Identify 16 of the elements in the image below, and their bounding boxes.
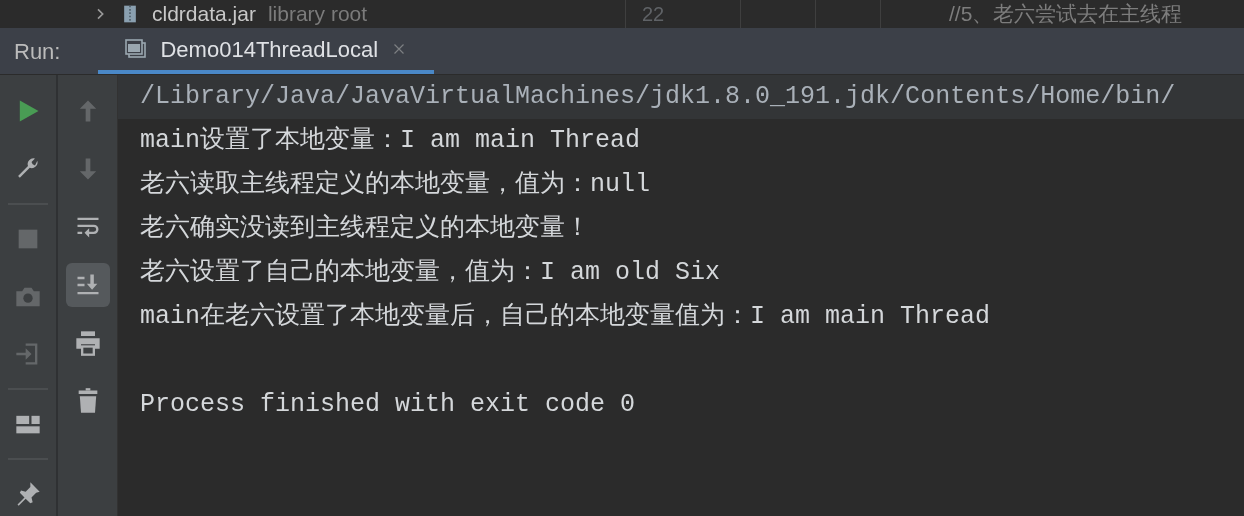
console-output: main设置了本地变量：I am main Thread	[140, 125, 641, 158]
run-label: Run:	[13, 37, 62, 66]
line-number: 22	[642, 2, 665, 27]
command-line: /Library/Java/JavaVirtualMachines/jdk1.8.0_191.jdk/Contents/Home/bin/	[140, 81, 1176, 114]
printer-icon	[73, 329, 102, 357]
scroll-to-end-button[interactable]	[65, 263, 110, 307]
console-output: main在老六设置了本地变量后，自己的本地变量值为：I am main Thread	[140, 301, 991, 334]
code-comment: //5、老六尝试去在主线程	[949, 1, 1183, 28]
console-output: Process finished with exit code 0	[140, 389, 636, 422]
console-output: 老六读取主线程定义的本地变量，值为：null	[140, 169, 650, 202]
window-icon	[124, 37, 149, 61]
console-output: 老六确实没读到主线程定义的本地变量！	[140, 213, 590, 246]
tab-label: Demo014ThreadLocal	[160, 35, 379, 64]
file-name: cldrdata.jar	[152, 1, 256, 28]
console-output: 老六设置了自己的本地变量，值为：I am old Six	[140, 257, 721, 290]
file-note: library root	[267, 1, 368, 28]
